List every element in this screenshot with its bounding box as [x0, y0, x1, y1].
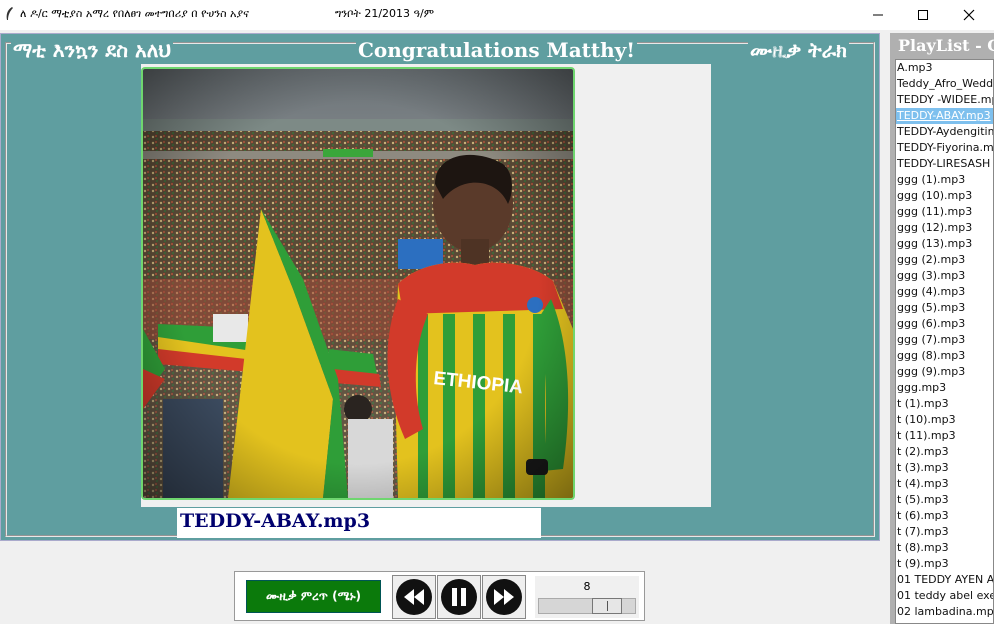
- playlist-item[interactable]: 01 TEDDY AYEN A: [896, 572, 993, 588]
- playlist-item[interactable]: t (11).mp3: [896, 428, 993, 444]
- close-button[interactable]: [946, 0, 992, 30]
- player-controls: ሙዚቃ ምረጥ (ሜኑ) 8: [234, 571, 645, 621]
- playlist-item[interactable]: 01 teddy abel exe.: [896, 588, 993, 604]
- playlist-item[interactable]: ggg (10).mp3: [896, 188, 993, 204]
- playlist-item[interactable]: t (2).mp3: [896, 444, 993, 460]
- playlist-item[interactable]: ggg (1).mp3: [896, 172, 993, 188]
- now-playing-title: TEDDY-ABAY.mp3: [180, 510, 371, 532]
- playlist-item[interactable]: TEDDY -WIDEE.mp3: [896, 92, 993, 108]
- playlist-listbox[interactable]: A.mp3Teddy_Afro_WeddingTEDDY -WIDEE.mp3T…: [895, 59, 994, 624]
- playlist-item[interactable]: ggg (8).mp3: [896, 348, 993, 364]
- stadium-crowd-image: ETHIOPIA: [143, 69, 573, 498]
- volume-slider[interactable]: [538, 598, 636, 614]
- playlist-item[interactable]: t (6).mp3: [896, 508, 993, 524]
- playlist-item[interactable]: ggg.mp3: [896, 380, 993, 396]
- main-panel: ማቲ እንኳን ደስ አለህ Congratulations Matthy! ሙ…: [0, 33, 880, 541]
- music-track-heading: ሙዚቃ ትራክ: [748, 37, 849, 63]
- playlist-panel: PlayList - G A.mp3Teddy_Afro_WeddingTEDD…: [890, 33, 994, 624]
- playlist-item[interactable]: t (4).mp3: [896, 476, 993, 492]
- fast-forward-button[interactable]: [482, 575, 526, 619]
- pause-icon: [441, 579, 477, 615]
- playlist-item[interactable]: t (9).mp3: [896, 556, 993, 572]
- close-icon: [963, 9, 975, 21]
- playlist-item[interactable]: ggg (2).mp3: [896, 252, 993, 268]
- playlist-item[interactable]: TEDDY-LIRESASH: [896, 156, 993, 172]
- greeting-amharic: ማቲ እንኳን ደስ አለህ: [11, 37, 174, 63]
- playlist-item[interactable]: Teddy_Afro_Wedding: [896, 76, 993, 92]
- maximize-button[interactable]: [900, 0, 946, 30]
- maximize-icon: [918, 10, 928, 20]
- playlist-item[interactable]: ggg (12).mp3: [896, 220, 993, 236]
- playlist-title: PlayList - G: [898, 36, 994, 55]
- pause-button[interactable]: [437, 575, 481, 619]
- playlist-item[interactable]: ggg (11).mp3: [896, 204, 993, 220]
- playlist-item[interactable]: ggg (3).mp3: [896, 268, 993, 284]
- playlist-item[interactable]: t (1).mp3: [896, 396, 993, 412]
- window-date: ግንቦት 21/2013 ዓ/ም: [335, 7, 435, 20]
- photo-area: ETHIOPIA: [141, 64, 711, 507]
- playlist-item[interactable]: ggg (5).mp3: [896, 300, 993, 316]
- playlist-item[interactable]: TEDDY-ABAY.mp3: [896, 108, 993, 124]
- playlist-item[interactable]: t (8).mp3: [896, 540, 993, 556]
- playlist-item[interactable]: TEDDY-Aydengitim: [896, 124, 993, 140]
- feather-icon: [6, 7, 13, 20]
- now-playing-display: TEDDY-ABAY.mp3: [177, 508, 541, 538]
- playlist-item[interactable]: ggg (6).mp3: [896, 316, 993, 332]
- playlist-item[interactable]: t (3).mp3: [896, 460, 993, 476]
- playlist-item[interactable]: ggg (4).mp3: [896, 284, 993, 300]
- playlist-item[interactable]: t (7).mp3: [896, 524, 993, 540]
- rewind-icon: [396, 579, 432, 615]
- fast-forward-icon: [486, 579, 522, 615]
- volume-control: 8: [535, 576, 639, 618]
- select-music-menu-button[interactable]: ሙዚቃ ምረጥ (ሜኑ): [246, 580, 381, 613]
- playlist-item[interactable]: A.mp3: [896, 60, 993, 76]
- playlist-item[interactable]: 02 lambadina.mp3: [896, 604, 993, 620]
- greeting-english: Congratulations Matthy!: [356, 37, 638, 63]
- playlist-item[interactable]: ggg (7).mp3: [896, 332, 993, 348]
- playlist-item[interactable]: ggg (9).mp3: [896, 364, 993, 380]
- playlist-item[interactable]: TEDDY-Fiyorina.mp3: [896, 140, 993, 156]
- title-bar: ለ ዶ/ር ማቲያስ አማረ የበለፀገ መተግበሪያ በ ዮሀንስ አያና ግ…: [0, 0, 994, 30]
- volume-slider-thumb[interactable]: [592, 598, 622, 614]
- minimize-button[interactable]: [855, 0, 901, 30]
- volume-value: 8: [583, 580, 591, 593]
- playlist-item[interactable]: t (5).mp3: [896, 492, 993, 508]
- rewind-button[interactable]: [392, 575, 436, 619]
- playlist-item[interactable]: t (10).mp3: [896, 412, 993, 428]
- window-title: ለ ዶ/ር ማቲያስ አማረ የበለፀገ መተግበሪያ በ ዮሀንስ አያና: [20, 7, 249, 20]
- minimize-icon: [873, 14, 883, 16]
- celebration-photo: ETHIOPIA: [141, 67, 575, 500]
- playlist-item[interactable]: ggg (13).mp3: [896, 236, 993, 252]
